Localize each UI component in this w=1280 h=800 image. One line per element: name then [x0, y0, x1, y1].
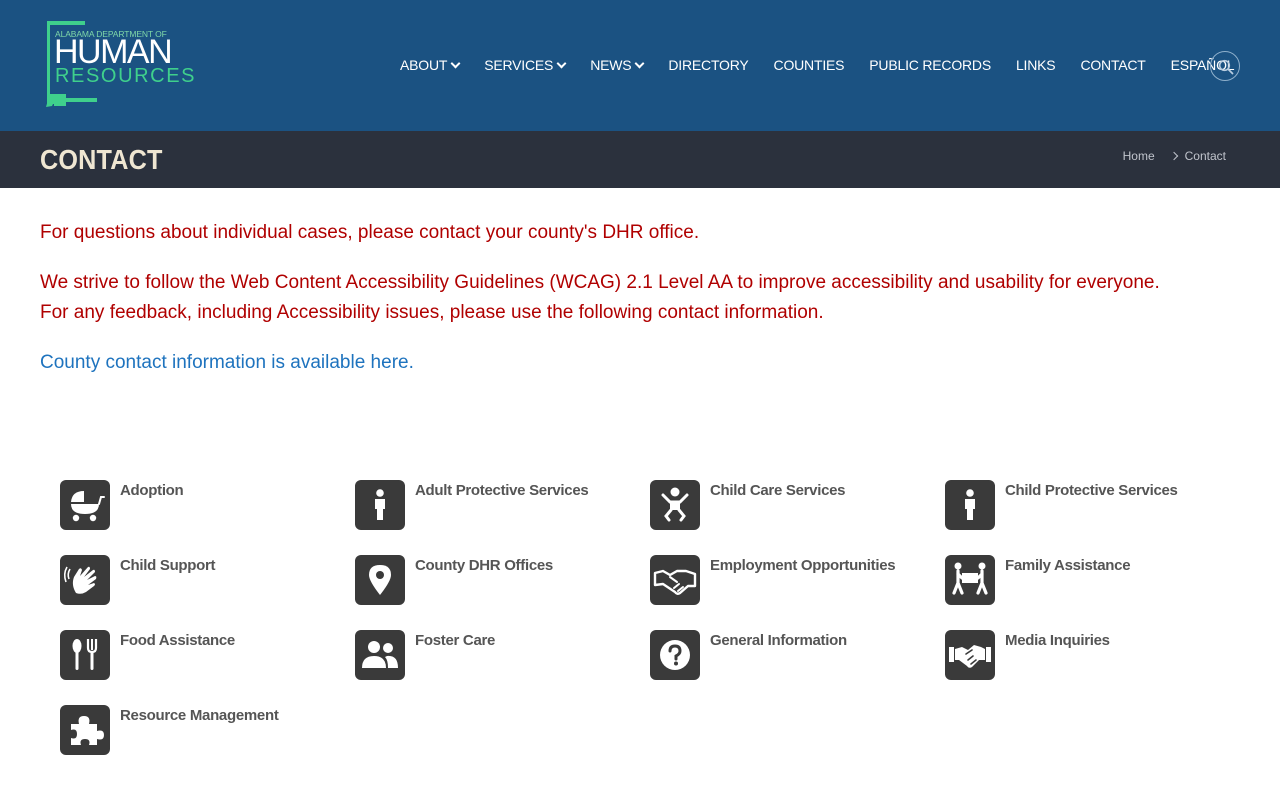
case-questions-notice: For questions about individual cases, pl… — [40, 222, 700, 243]
dhr-logo[interactable]: ALABAMA DEPARTMENT OF HUMAN RESOURCES — [40, 18, 200, 110]
chevron-down-icon — [450, 58, 461, 68]
service-label: Family Assistance — [1005, 557, 1131, 574]
nav-services-label: SERVICES — [484, 57, 554, 73]
question-circle-icon — [650, 630, 700, 680]
service-general-information[interactable]: General Information — [650, 630, 910, 680]
search-button[interactable] — [1210, 51, 1240, 81]
puzzle-piece-icon — [60, 705, 110, 755]
breadcrumb: Home Contact — [1123, 149, 1226, 163]
service-label: Employment Opportunities — [710, 557, 896, 574]
nav-services[interactable]: SERVICES — [484, 57, 567, 73]
people-carry-icon — [945, 555, 995, 605]
accessibility-notice-line-1: We strive to follow the Web Content Acce… — [40, 272, 1160, 293]
service-employment[interactable]: Employment Opportunities — [650, 555, 930, 605]
nav-directory-label: DIRECTORY — [668, 57, 749, 73]
service-label: Child Care Services — [710, 482, 846, 499]
accessibility-notice-line-2: For any feedback, including Accessibilit… — [40, 302, 824, 323]
county-contact-link[interactable]: County contact information is available … — [40, 348, 414, 378]
chevron-right-icon — [1169, 151, 1178, 161]
breadcrumb-home[interactable]: Home — [1123, 149, 1155, 163]
nav-news[interactable]: NEWS — [590, 57, 645, 73]
baby-carriage-icon — [60, 480, 110, 530]
nav-news-label: NEWS — [590, 57, 632, 73]
accessibility-notice: We strive to follow the Web Content Acce… — [40, 268, 1160, 328]
service-label: Child Support — [120, 557, 216, 574]
nav-about[interactable]: ABOUT — [400, 57, 461, 73]
service-child-protective[interactable]: Child Protective Services — [945, 480, 1225, 530]
person-icon — [355, 480, 405, 530]
nav-public-records[interactable]: PUBLIC RECORDS — [869, 57, 991, 73]
nav-public-records-label: PUBLIC RECORDS — [869, 57, 991, 73]
user-friends-icon — [355, 630, 405, 680]
service-media-inquiries[interactable]: Media Inquiries — [945, 630, 1205, 680]
service-county-offices[interactable]: County DHR Offices — [355, 555, 615, 605]
nav-contact[interactable]: CONTACT — [1080, 57, 1145, 73]
service-child-support[interactable]: Child Support — [60, 555, 320, 605]
chevron-down-icon — [634, 58, 645, 68]
chevron-down-icon — [556, 58, 567, 68]
nav-counties-label: COUNTIES — [773, 57, 845, 73]
page-title-bar: CONTACT Home Contact — [0, 131, 1280, 188]
child-person-icon — [945, 480, 995, 530]
site-header: ALABAMA DEPARTMENT OF HUMAN RESOURCES AB… — [0, 0, 1280, 131]
nav-about-label: ABOUT — [400, 57, 448, 73]
page-title: CONTACT — [40, 144, 163, 175]
utensils-icon — [60, 630, 110, 680]
service-label: Food Assistance — [120, 632, 235, 649]
service-food-assistance[interactable]: Food Assistance — [60, 630, 320, 680]
service-resource-management[interactable]: Resource Management — [60, 705, 320, 755]
hands-icon — [60, 555, 110, 605]
service-label: Child Protective Services — [1005, 482, 1178, 499]
search-icon — [1218, 59, 1234, 75]
service-adult-protective[interactable]: Adult Protective Services — [355, 480, 615, 530]
service-label: Foster Care — [415, 632, 496, 649]
service-label: General Information — [710, 632, 847, 649]
handshake-alt-icon — [945, 630, 995, 680]
nav-contact-label: CONTACT — [1080, 57, 1146, 73]
service-label: County DHR Offices — [415, 557, 553, 574]
main-nav: ABOUT SERVICES NEWS DIRECTORY COUNTIES P… — [400, 56, 1259, 74]
map-marker-icon — [355, 555, 405, 605]
handshake-icon — [650, 555, 700, 605]
nav-links-label: LINKS — [1015, 57, 1056, 73]
logo-line-human: HUMAN — [54, 33, 173, 71]
service-adoption[interactable]: Adoption — [60, 480, 320, 530]
service-foster-care[interactable]: Foster Care — [355, 630, 615, 680]
nav-counties[interactable]: COUNTIES — [774, 57, 845, 73]
service-label: Media Inquiries — [1005, 632, 1110, 649]
nav-directory[interactable]: DIRECTORY — [668, 57, 748, 73]
breadcrumb-current: Contact — [1184, 149, 1226, 163]
logo-line-resources: RESOURCES — [55, 65, 197, 87]
service-child-care[interactable]: Child Care Services — [650, 480, 910, 530]
service-label: Adoption — [120, 482, 184, 499]
service-label: Adult Protective Services — [415, 482, 589, 499]
child-icon — [650, 480, 700, 530]
service-family-assistance[interactable]: Family Assistance — [945, 555, 1225, 605]
nav-links[interactable]: LINKS — [1015, 57, 1056, 73]
service-label: Resource Management — [120, 707, 279, 724]
